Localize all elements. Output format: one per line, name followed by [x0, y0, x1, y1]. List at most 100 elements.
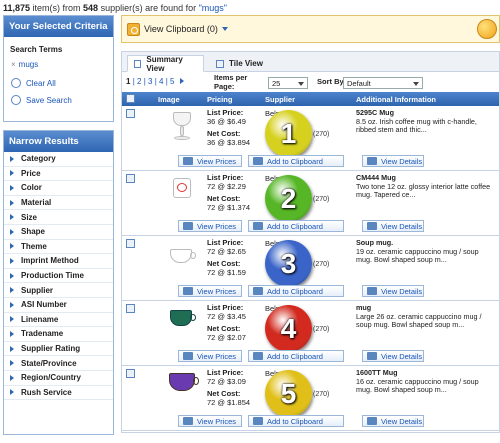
- product-image[interactable]: [165, 369, 199, 403]
- review-count[interactable]: (270): [313, 261, 329, 268]
- view-details-button[interactable]: View Details: [362, 350, 424, 362]
- net-cost: 36 @ $3.894: [207, 137, 251, 147]
- list-price: 72 @ $2.29: [207, 181, 246, 191]
- details-icon: [367, 157, 377, 165]
- filter-label: Supplier: [21, 285, 54, 295]
- expand-arrow-icon: [10, 228, 14, 235]
- chevron-down-icon[interactable]: [221, 27, 228, 31]
- review-count[interactable]: (270): [313, 391, 329, 398]
- product-info: CM444 Mug Two tone 12 oz. glossy interior…: [356, 173, 496, 200]
- add-to-clipboard-button[interactable]: Add to Clipboard: [248, 155, 344, 167]
- view-clipboard-link[interactable]: View Clipboard (0): [144, 24, 218, 34]
- select-all-checkbox[interactable]: [126, 94, 135, 103]
- filter-item[interactable]: Tradename: [4, 327, 113, 342]
- view-prices-label: View Prices: [197, 351, 237, 361]
- next-page-icon[interactable]: [179, 78, 184, 84]
- expand-arrow-icon: [10, 301, 14, 308]
- filter-label: Theme: [21, 241, 47, 251]
- filter-item[interactable]: Color: [4, 181, 113, 196]
- list-price: 72 @ $3.09: [207, 376, 246, 386]
- clipboard-add-icon: [253, 157, 263, 165]
- pricing: List Price: 72 @ $3.45 Net Cost: 72 @ $2.07: [207, 303, 246, 342]
- filter-item[interactable]: State/Province: [4, 356, 113, 371]
- filter-item[interactable]: Production Time: [4, 269, 113, 284]
- view-prices-button[interactable]: View Prices: [178, 285, 242, 297]
- view-prices-button[interactable]: View Prices: [178, 220, 242, 232]
- product-image[interactable]: [165, 174, 199, 208]
- review-count[interactable]: (270): [313, 196, 329, 203]
- add-to-clipboard-button[interactable]: Add to Clipboard: [248, 350, 344, 362]
- tab-summary-view[interactable]: Summary View: [127, 55, 204, 73]
- sort-by-select[interactable]: Default: [343, 77, 423, 89]
- clipboard-add-icon: [253, 417, 263, 425]
- filter-label: State/Province: [21, 358, 77, 368]
- view-prices-button[interactable]: View Prices: [178, 155, 242, 167]
- save-search-link[interactable]: Save Search: [4, 90, 113, 107]
- add-to-clipboard-button[interactable]: Add to Clipboard: [248, 285, 344, 297]
- result-checkbox[interactable]: [126, 239, 135, 248]
- product-image[interactable]: [165, 304, 199, 338]
- tab-tile-view[interactable]: Tile View: [210, 55, 269, 72]
- product-description: 8.5 oz. Irish coffee mug with c-handle, …: [356, 116, 477, 135]
- product-info: Soup mug. 19 oz. ceramic cappuccino mug /…: [356, 238, 496, 265]
- page-2-link[interactable]: 2: [137, 77, 141, 86]
- clipboard-add-icon: [253, 287, 263, 295]
- result-row: List Price: 72 @ $3.09 Net Cost: 72 @ $1.85…: [122, 366, 499, 431]
- add-to-clipboard-button[interactable]: Add to Clipboard: [248, 220, 344, 232]
- filter-item[interactable]: Size: [4, 210, 113, 225]
- summary-text-2: supplier(s) are found for: [98, 3, 199, 13]
- view-prices-label: View Prices: [197, 286, 237, 296]
- filter-label: Material: [21, 198, 52, 208]
- review-count[interactable]: (270): [313, 131, 329, 138]
- page-3-link[interactable]: 3: [148, 77, 152, 86]
- filter-item[interactable]: Rush Service: [4, 386, 113, 401]
- result-row: List Price: 72 @ $3.45 Net Cost: 72 @ $2.07…: [122, 301, 499, 366]
- page-5-link[interactable]: 5: [170, 77, 174, 86]
- result-checkbox[interactable]: [126, 109, 135, 118]
- view-details-button[interactable]: View Details: [362, 415, 424, 427]
- filter-item[interactable]: Theme: [4, 240, 113, 255]
- search-term-mugs[interactable]: × mugs: [4, 56, 113, 73]
- filter-item[interactable]: Price: [4, 167, 113, 182]
- result-checkbox[interactable]: [126, 369, 135, 378]
- expand-arrow-icon: [10, 389, 14, 396]
- expand-arrow-icon: [10, 199, 14, 206]
- rank-number-badge: 5: [265, 370, 312, 417]
- expand-arrow-icon: [10, 184, 14, 191]
- items-per-page-select[interactable]: 25: [268, 77, 308, 89]
- filter-label: Size: [21, 212, 38, 222]
- view-details-label: View Details: [381, 221, 423, 231]
- product-image[interactable]: [165, 109, 199, 143]
- filter-item[interactable]: Linename: [4, 313, 113, 328]
- filter-item[interactable]: Shape: [4, 225, 113, 240]
- clear-all-link[interactable]: Clear All: [4, 73, 113, 90]
- view-details-button[interactable]: View Details: [362, 155, 424, 167]
- product-image[interactable]: [165, 239, 199, 273]
- result-checkbox[interactable]: [126, 174, 135, 183]
- page-4-link[interactable]: 4: [159, 77, 163, 86]
- view-prices-button[interactable]: View Prices: [178, 350, 242, 362]
- view-prices-button[interactable]: View Prices: [178, 415, 242, 427]
- page-sep: |: [165, 77, 168, 86]
- review-count[interactable]: (270): [313, 326, 329, 333]
- filter-item[interactable]: Material: [4, 196, 113, 211]
- result-checkbox[interactable]: [126, 304, 135, 313]
- expand-arrow-icon: [10, 170, 14, 177]
- filter-item[interactable]: Region/Country: [4, 371, 113, 386]
- details-icon: [367, 287, 377, 295]
- add-to-clipboard-button[interactable]: Add to Clipboard: [248, 415, 344, 427]
- filter-item[interactable]: Category: [4, 152, 113, 167]
- filter-item[interactable]: Supplier: [4, 283, 113, 298]
- view-details-button[interactable]: View Details: [362, 285, 424, 297]
- add-clipboard-label: Add to Clipboard: [267, 416, 323, 426]
- prices-icon: [183, 287, 193, 295]
- filter-item[interactable]: Imprint Method: [4, 254, 113, 269]
- pricing: List Price: 72 @ $2.65 Net Cost: 72 @ $1.59: [207, 238, 246, 277]
- filter-item[interactable]: Supplier Rating: [4, 342, 113, 357]
- filter-item[interactable]: ASI Number: [4, 298, 113, 313]
- view-details-label: View Details: [381, 416, 423, 426]
- expand-arrow-icon: [10, 272, 14, 279]
- expand-arrow-icon: [10, 257, 14, 264]
- view-details-button[interactable]: View Details: [362, 220, 424, 232]
- remove-term-icon[interactable]: ×: [11, 60, 16, 69]
